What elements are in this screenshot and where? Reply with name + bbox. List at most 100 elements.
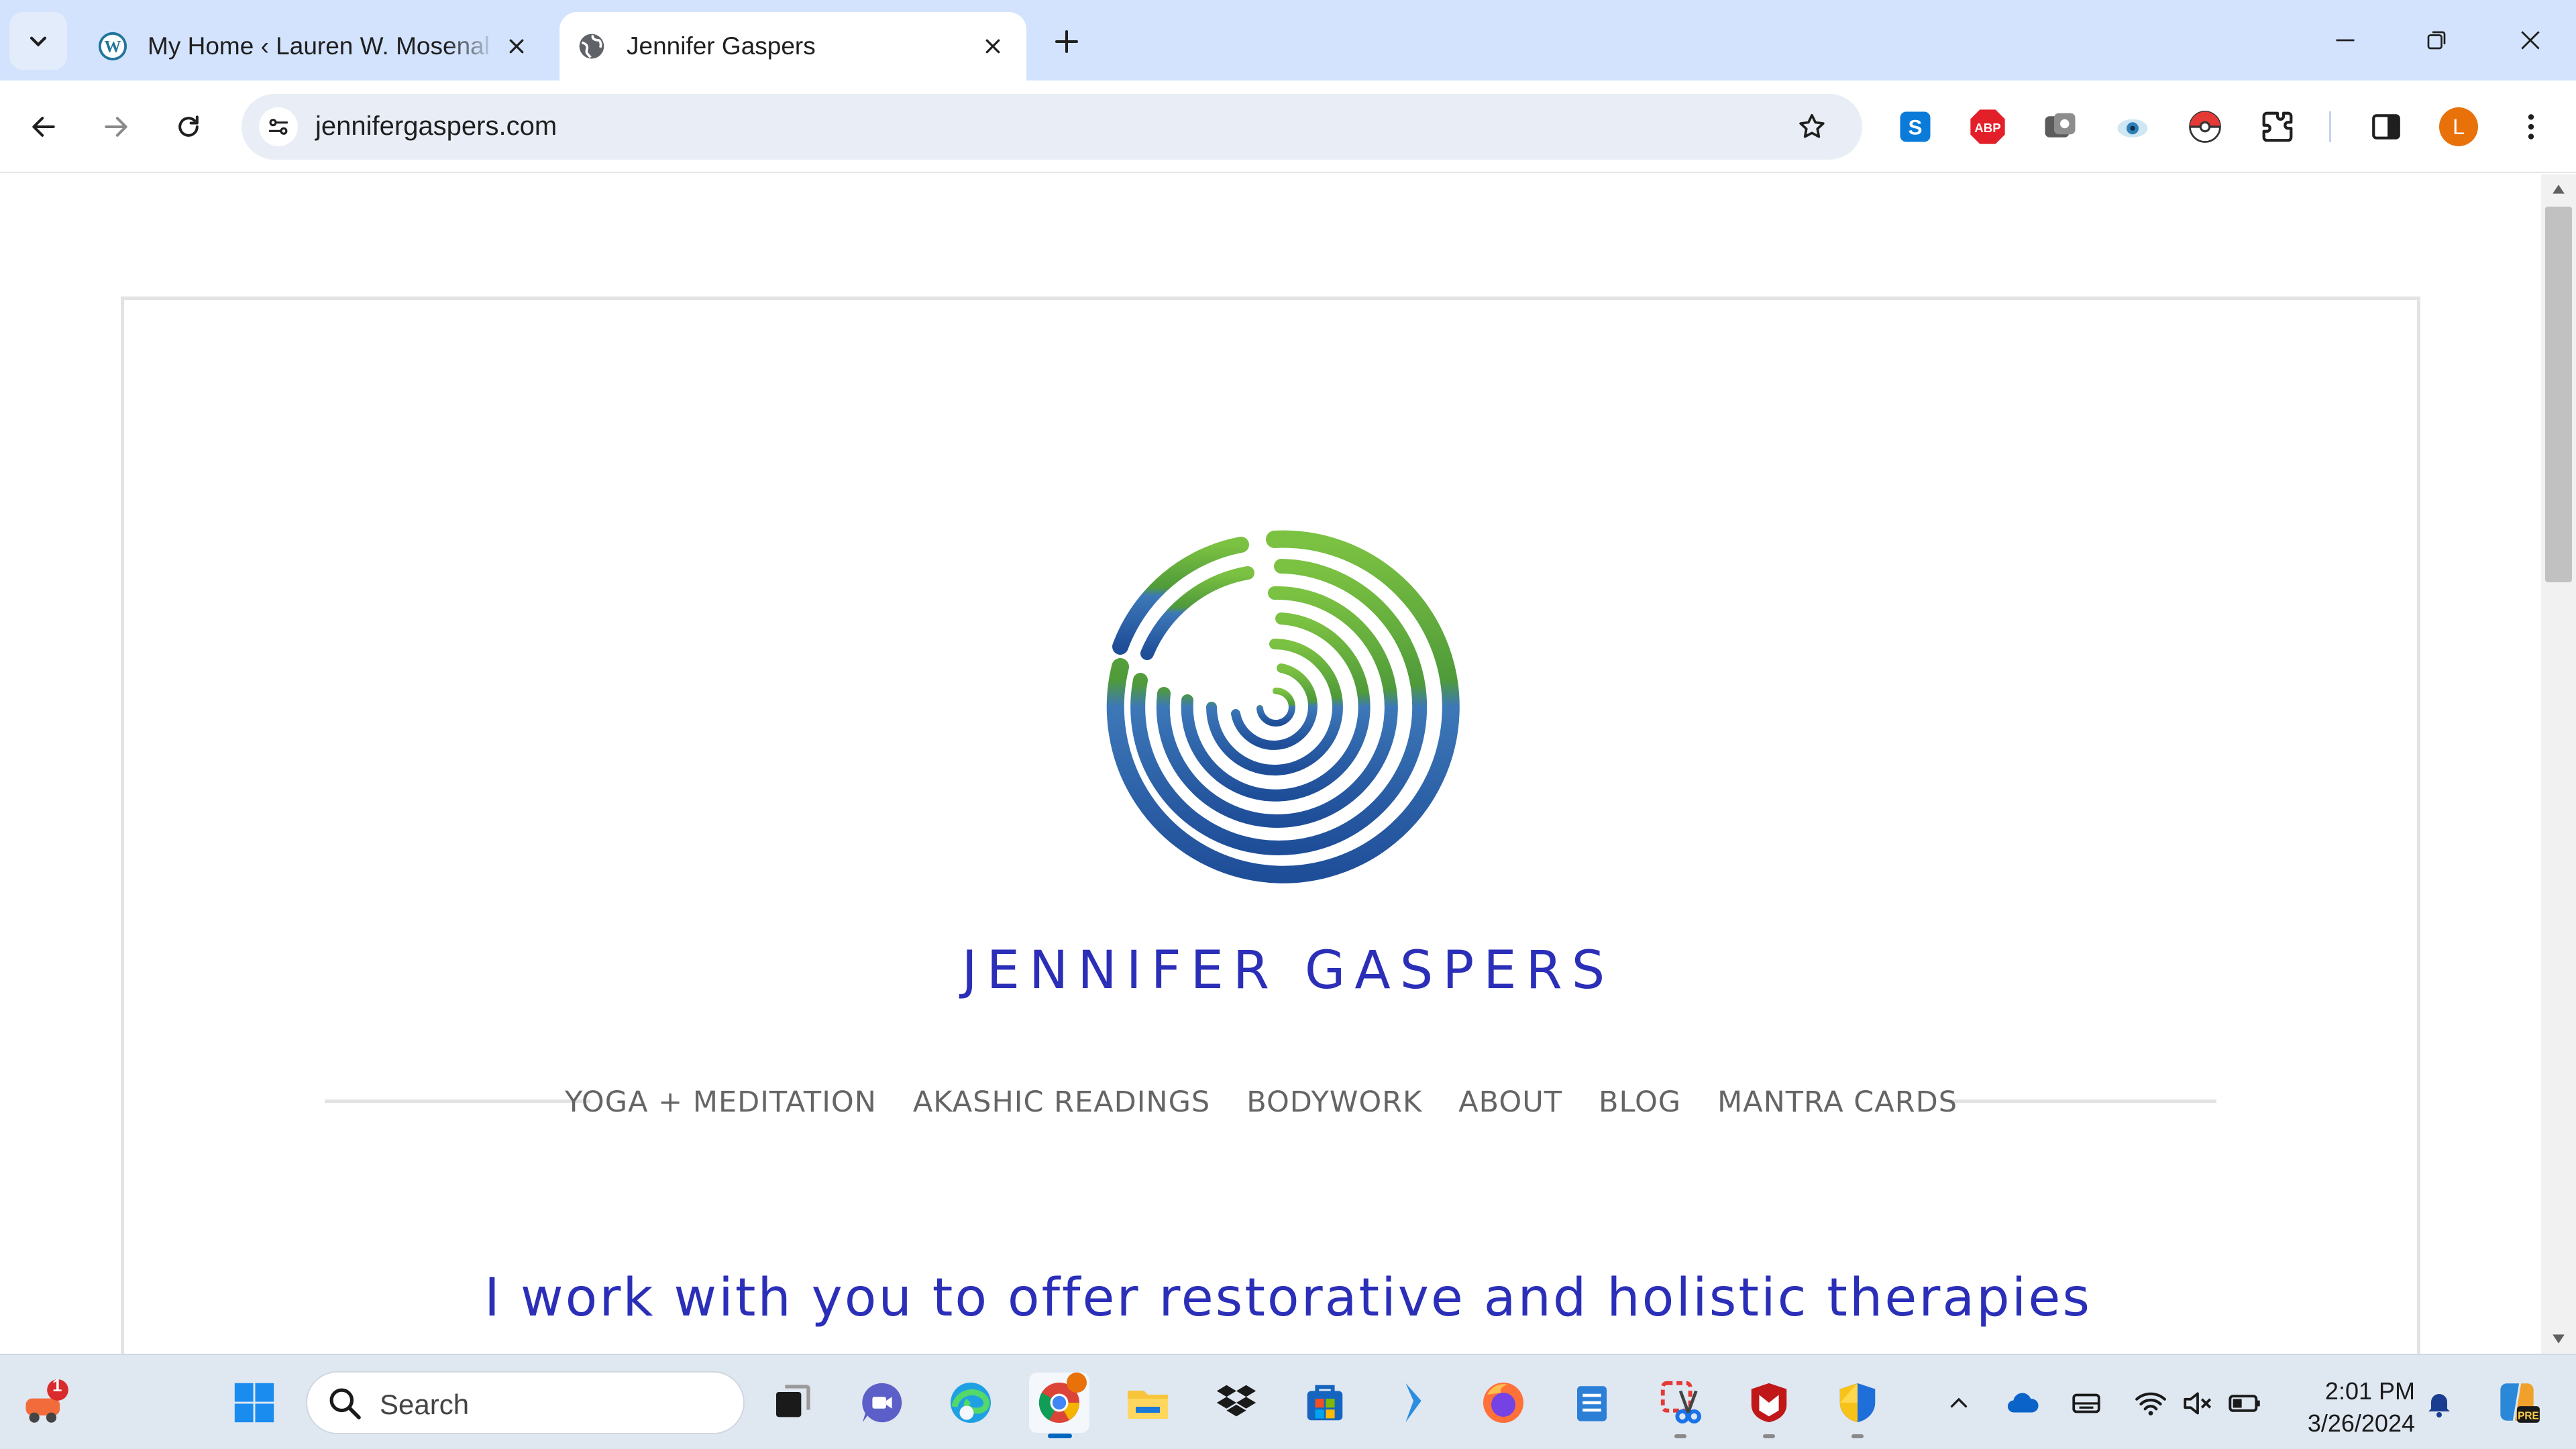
screen-capture-icon[interactable]: [2039, 106, 2081, 148]
taskbar-search[interactable]: Search: [306, 1371, 745, 1434]
keyboard-icon: [2072, 1393, 2100, 1413]
tab-title: Jennifer Gaspers: [627, 32, 816, 60]
microsoft-store-button[interactable]: [1295, 1373, 1355, 1433]
site-info-button[interactable]: [259, 107, 298, 146]
copilot-button[interactable]: PRE: [2490, 1375, 2544, 1429]
minimize-button[interactable]: [2318, 16, 2372, 64]
star-icon: [1799, 113, 1825, 138]
copilot-icon: PRE: [2500, 1383, 2540, 1423]
eye-dropper-icon[interactable]: [2112, 106, 2153, 148]
edge-button[interactable]: [941, 1373, 1001, 1433]
show-hidden-icons-button[interactable]: [1939, 1383, 1979, 1424]
dropbox-button[interactable]: [1206, 1373, 1267, 1433]
new-tab-button[interactable]: [1046, 21, 1087, 62]
extensions-puzzle-icon[interactable]: [2257, 106, 2298, 148]
nav-divider-right: [1951, 1099, 2216, 1103]
volume-button[interactable]: [2178, 1383, 2218, 1424]
search-icon: [329, 1388, 361, 1419]
reload-icon: [178, 115, 199, 137]
triangle-down-icon: [2553, 1334, 2565, 1344]
tab-jennifer-gaspers[interactable]: Jennifer Gaspers: [559, 12, 1026, 80]
dropbox-icon: [1216, 1385, 1256, 1417]
visual-studio-icon: [1405, 1383, 1421, 1423]
reload-button[interactable]: [165, 103, 212, 150]
svg-text:ABP: ABP: [1974, 121, 2000, 135]
chrome-profile-badge: [1067, 1373, 1087, 1393]
tab-strip: W My Home ‹ Lauren W. Mosenal — WordPres…: [0, 0, 2576, 80]
bookmark-star-button[interactable]: [1792, 107, 1831, 146]
nav-bodywork[interactable]: BODYWORK: [1246, 1085, 1422, 1119]
main-navigation: YOGA + MEDITATION AKASHIC READINGS BODYW…: [565, 1085, 1957, 1119]
adblock-plus-icon[interactable]: ABP: [1967, 106, 2008, 148]
url-text[interactable]: jennifergaspers.com: [315, 111, 557, 142]
volume-muted-icon: [2184, 1392, 2212, 1415]
restore-button[interactable]: [2410, 16, 2463, 64]
pokeball-icon[interactable]: [2184, 106, 2226, 148]
scroll-down-button[interactable]: [2541, 1324, 2576, 1354]
notepad-button[interactable]: [1562, 1373, 1622, 1433]
svg-text:PRE: PRE: [2518, 1410, 2539, 1421]
tab-wordpress[interactable]: W My Home ‹ Lauren W. Mosenal — WordPres…: [80, 12, 550, 80]
widgets-weather-icon: [25, 1379, 68, 1423]
globe-icon: [576, 30, 608, 62]
tab-search-button[interactable]: [9, 12, 67, 70]
plus-icon: [1055, 30, 1078, 53]
side-panel-button[interactable]: [2365, 106, 2407, 148]
edge-icon: [951, 1383, 991, 1423]
profile-avatar[interactable]: L: [2439, 107, 2478, 146]
battery-button[interactable]: [2224, 1383, 2265, 1424]
defender-button[interactable]: [1827, 1373, 1888, 1438]
tab-title: My Home ‹ Lauren W. Mosenal — WordPress.…: [148, 32, 498, 60]
bell-icon: [2428, 1394, 2450, 1417]
clock-time: 2:01 PM: [2324, 1377, 2415, 1405]
touch-keyboard-button[interactable]: [2066, 1383, 2106, 1424]
teams-chat-button[interactable]: [852, 1373, 912, 1433]
nav-yoga-meditation[interactable]: YOGA + MEDITATION: [565, 1085, 877, 1119]
nav-about[interactable]: ABOUT: [1458, 1085, 1562, 1119]
mcafee-icon: [1751, 1383, 1787, 1423]
forward-button[interactable]: [93, 103, 140, 150]
widgets-button[interactable]: 1: [15, 1373, 75, 1433]
arrow-left-icon: [32, 117, 55, 137]
svg-text:W: W: [105, 38, 121, 56]
skype-extension-icon[interactable]: S: [1894, 106, 1936, 148]
spiral-logo-icon: [1106, 530, 1460, 883]
minimize-icon: [2336, 39, 2355, 42]
menu-button[interactable]: [2510, 106, 2552, 148]
mcafee-button[interactable]: [1739, 1373, 1799, 1438]
scroll-up-button[interactable]: [2541, 174, 2576, 204]
firefox-icon: [1483, 1383, 1523, 1423]
onedrive-button[interactable]: [2003, 1383, 2043, 1424]
search-placeholder: Search: [380, 1389, 470, 1420]
network-button[interactable]: [2131, 1383, 2171, 1424]
close-icon: [2521, 31, 2540, 50]
snipping-tool-button[interactable]: [1650, 1373, 1711, 1438]
back-button[interactable]: [20, 103, 67, 150]
defender-shield-icon: [1839, 1383, 1876, 1423]
scroll-thumb[interactable]: [2545, 207, 2572, 582]
firefox-button[interactable]: [1473, 1373, 1534, 1433]
chrome-taskbar-button[interactable]: [1029, 1373, 1089, 1438]
close-tab-icon[interactable]: [974, 28, 1012, 65]
task-view-button[interactable]: [762, 1373, 822, 1433]
notifications-button[interactable]: [2419, 1383, 2459, 1424]
site-logo[interactable]: [1080, 513, 1469, 902]
close-tab-icon[interactable]: [498, 28, 535, 65]
close-window-button[interactable]: [2504, 16, 2557, 64]
nav-blog[interactable]: BLOG: [1599, 1085, 1681, 1119]
file-explorer-icon: [1128, 1391, 1168, 1419]
nav-mantra-cards[interactable]: MANTRA CARDS: [1717, 1085, 1957, 1119]
start-button[interactable]: [224, 1373, 284, 1433]
onedrive-cloud-icon: [2007, 1393, 2039, 1413]
svg-text:S: S: [1908, 115, 1922, 139]
address-bar[interactable]: jennifergaspers.com: [241, 94, 1862, 160]
windows-taskbar: 1 Search 2:01 PM 3/26/2024 PRE: [0, 1354, 2576, 1449]
site-title[interactable]: JENNIFER GASPERS: [0, 941, 2541, 1001]
start-icon: [234, 1383, 274, 1423]
chevron-down-icon: [30, 36, 47, 47]
system-clock[interactable]: 2:01 PM 3/26/2024: [2281, 1375, 2415, 1440]
visual-studio-button[interactable]: [1383, 1373, 1444, 1433]
nav-akashic-readings[interactable]: AKASHIC READINGS: [913, 1085, 1210, 1119]
file-explorer-button[interactable]: [1118, 1373, 1178, 1433]
vertical-scrollbar[interactable]: [2541, 174, 2576, 1354]
